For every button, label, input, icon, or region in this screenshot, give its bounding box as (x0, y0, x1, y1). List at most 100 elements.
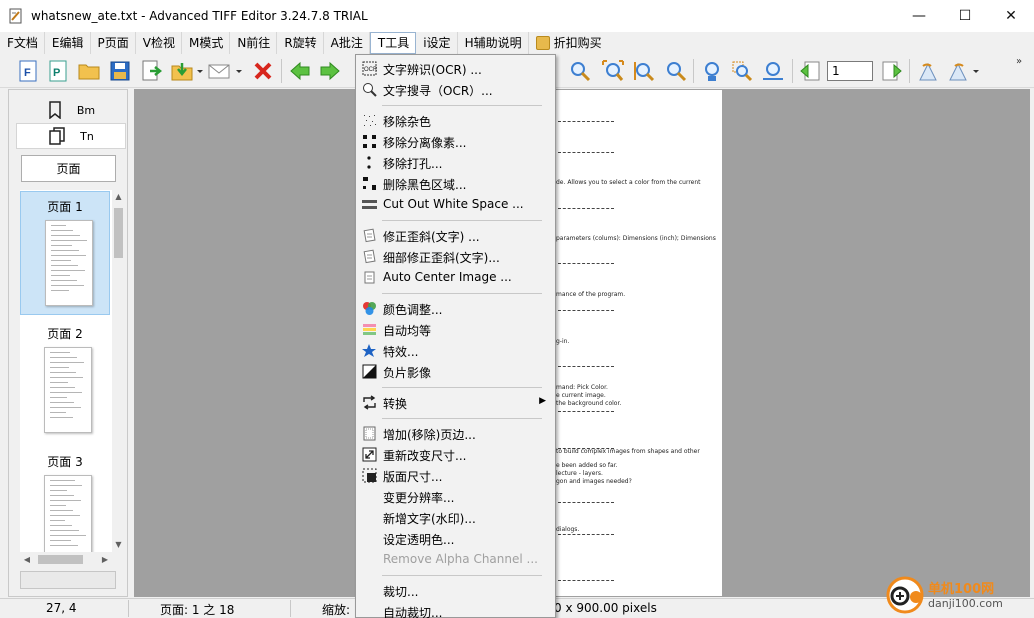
zoom-region-icon[interactable] (731, 60, 753, 82)
menu-item-label: 文字辨识(OCR) ... (383, 63, 482, 77)
menu-item[interactable]: 特效... (357, 340, 554, 361)
zoom-out-icon[interactable] (665, 60, 687, 82)
black-border-icon (363, 177, 376, 190)
menu-item[interactable]: 修正歪斜(文字) ... (357, 225, 554, 246)
scroll-up-icon[interactable]: ▲ (112, 190, 125, 204)
zoom-fit-icon[interactable] (602, 60, 624, 82)
menu-item[interactable]: 变更分辨率... (357, 486, 554, 507)
menu-promo-label: 折扣购买 (553, 36, 602, 50)
scroll-left-icon[interactable]: ◀ (20, 553, 34, 566)
deskew-icon (363, 228, 376, 243)
maximize-button[interactable]: ☐ (942, 0, 988, 32)
menu-item[interactable]: 裁切... (357, 580, 554, 601)
menu-item[interactable]: 移除打孔... (357, 152, 554, 173)
menu-9[interactable]: i设定 (416, 32, 458, 54)
menu-item[interactable]: 颜色调整... (357, 298, 554, 319)
menu-1[interactable]: E编辑 (45, 32, 91, 54)
menu-item[interactable]: 自动均等 (357, 319, 554, 340)
menu-promo[interactable]: 折扣购买 (529, 32, 608, 54)
menu-2[interactable]: P页面 (91, 32, 136, 54)
new-document-icon[interactable]: F (17, 60, 39, 82)
menu-item[interactable]: 删除黑色区域... (357, 173, 554, 194)
horizontal-scrollbar[interactable]: ◀ ▶ (20, 553, 112, 566)
zoom-actual-icon[interactable] (701, 60, 723, 82)
menu-item[interactable]: 版面尺寸... (357, 465, 554, 486)
menu-item[interactable]: Auto Center Image ... (357, 267, 554, 288)
chevron-down-icon[interactable] (235, 60, 243, 82)
despeckle-icon (364, 115, 376, 126)
new-page-icon[interactable]: P (47, 60, 69, 82)
menu-separator (382, 105, 542, 106)
chevron-down-icon[interactable] (972, 60, 980, 82)
arrow-right-icon[interactable] (319, 60, 341, 82)
zoom-height-icon[interactable] (633, 60, 655, 82)
document-divider (558, 310, 614, 311)
email-icon[interactable] (208, 60, 230, 82)
scroll-down-icon[interactable]: ▼ (112, 538, 125, 552)
page-thumbnail[interactable]: 页面 2 (20, 319, 110, 443)
auto-equalize-icon (363, 324, 376, 335)
menu-item[interactable]: 自动裁切... (357, 601, 554, 618)
arrow-left-icon[interactable] (289, 60, 311, 82)
menu-7[interactable]: A批注 (324, 32, 370, 54)
menu-item[interactable]: 文字搜寻（OCR）... (357, 79, 554, 100)
menu-item-label: 移除分离像素... (383, 136, 467, 150)
previous-page-icon[interactable] (799, 60, 821, 82)
vertical-scrollbar[interactable]: ▲ ▼ (112, 190, 125, 552)
menu-10[interactable]: H辅助说明 (458, 32, 529, 54)
page-thumbnail[interactable]: 页面 3 (20, 447, 110, 552)
negative-icon (362, 364, 377, 379)
menu-8[interactable]: T工具 (369, 32, 417, 54)
close-button[interactable]: ✕ (988, 0, 1034, 32)
rotate-left-icon[interactable] (917, 60, 939, 82)
menu-item[interactable]: 负片影像 (357, 361, 554, 382)
delete-icon[interactable] (252, 60, 274, 82)
menu-item[interactable]: 设定透明色... (357, 528, 554, 549)
menu-item[interactable]: 移除杂色 (357, 110, 554, 131)
menu-3[interactable]: V检视 (136, 32, 182, 54)
toolbar-overflow-icon[interactable]: » (1016, 56, 1022, 67)
pages-button[interactable]: 页面 (21, 155, 116, 182)
chevron-down-icon[interactable] (196, 60, 204, 82)
document-divider (558, 366, 614, 367)
zoom-width-icon[interactable] (762, 60, 784, 82)
menu-item[interactable]: 增加(移除)页边... (357, 423, 554, 444)
menu-item-label: 版面尺寸... (383, 470, 443, 484)
menu-0[interactable]: F文档 (0, 32, 45, 54)
scroll-right-icon[interactable]: ▶ (98, 553, 112, 566)
document-workarea[interactable]: de. Allows you to select a color from th… (134, 89, 1030, 597)
document-text-line: de. Allows you to select a color from th… (556, 179, 701, 186)
tab-thumbnails[interactable]: Tn (16, 123, 126, 149)
menu-item-label: 特效... (383, 345, 419, 359)
menu-item[interactable]: 重新改变尺寸... (357, 444, 554, 465)
menu-item-label: 自动裁切... (383, 606, 443, 618)
document-divider (558, 152, 614, 153)
menu-item[interactable]: 新增文字(水印)... (357, 507, 554, 528)
menu-item[interactable]: 移除分离像素... (357, 131, 554, 152)
document-text-line: parameters (colums): Dimensions (inch); … (556, 235, 716, 242)
open-folder-icon[interactable] (78, 60, 100, 82)
menu-item[interactable]: Remove Alpha Channel ... (357, 549, 554, 570)
document-page[interactable]: de. Allows you to select a color from th… (554, 90, 722, 596)
color-adjust-icon (363, 302, 376, 315)
menu-4[interactable]: M模式 (182, 32, 231, 54)
zoom-in-icon[interactable] (569, 60, 591, 82)
page-number-input[interactable]: 1 (827, 61, 873, 81)
menu-item-label: 细部修正歪斜(文字)... (383, 251, 500, 265)
next-page-icon[interactable] (881, 60, 903, 82)
menu-item-label: 颜色调整... (383, 303, 443, 317)
rotate-right-icon[interactable] (947, 60, 969, 82)
menu-5[interactable]: N前往 (230, 32, 278, 54)
menu-6[interactable]: R旋转 (277, 32, 324, 54)
document-text-line: e current image. (556, 392, 606, 399)
export-icon[interactable] (141, 60, 163, 82)
menu-item[interactable]: 细部修正歪斜(文字)... (357, 246, 554, 267)
minimize-button[interactable]: — (896, 0, 942, 32)
tab-bookmarks[interactable]: Bm (16, 97, 126, 123)
page-thumbnail[interactable]: 页面 1 (20, 191, 110, 315)
save-icon[interactable] (109, 60, 131, 82)
menu-item[interactable]: Cut Out White Space ... (357, 194, 554, 215)
menu-item[interactable]: OCR 文字辨识(OCR) ... (357, 58, 554, 79)
import-icon[interactable] (171, 60, 193, 82)
menu-item[interactable]: 转换 ▶ (357, 392, 554, 413)
